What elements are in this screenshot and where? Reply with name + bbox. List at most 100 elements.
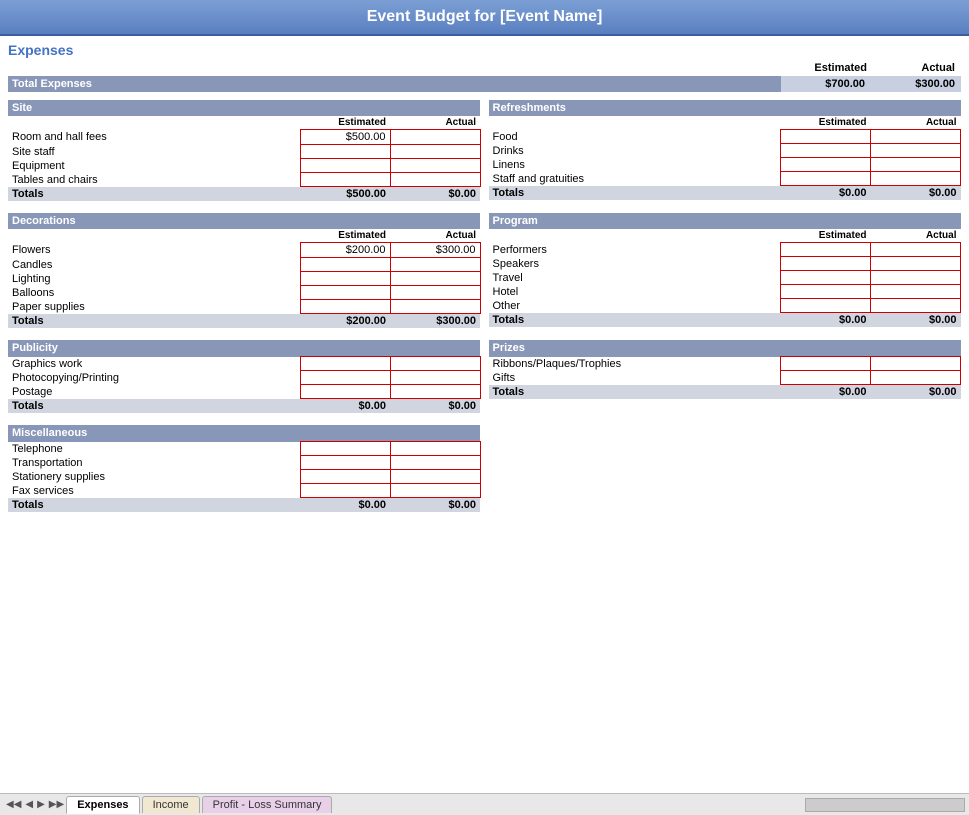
prog-row4-estimated[interactable]: [781, 299, 871, 313]
refreshments-header-row: Refreshments: [489, 100, 961, 116]
prog-row4-actual[interactable]: [871, 299, 961, 313]
dec-row-0: Flowers $200.00 $300.00: [8, 243, 480, 258]
misc-row1-estimated[interactable]: [300, 456, 390, 470]
total-expenses-bar: Total Expenses $700.00 $300.00: [8, 76, 961, 92]
tab-nav-next2[interactable]: ▶▶: [47, 799, 66, 810]
ref-row2-estimated[interactable]: [781, 158, 871, 172]
tab-nav-prev2[interactable]: ◀: [23, 799, 35, 810]
misc-row3-estimated[interactable]: [300, 484, 390, 498]
site-header-row: Site: [8, 100, 480, 116]
dec-row2-estimated[interactable]: [300, 272, 390, 286]
ref-row1-actual[interactable]: [871, 144, 961, 158]
decorations-header: Decorations: [8, 213, 480, 229]
misc-header: Miscellaneous: [8, 425, 480, 442]
prizes-row0-estimated[interactable]: [781, 357, 871, 371]
ref-row0-estimated[interactable]: [781, 130, 871, 144]
site-row-1: Site staff: [8, 145, 480, 159]
site-table: Site Estimated Actual Room and hall fees…: [8, 100, 481, 201]
dec-row-1: Candles: [8, 258, 480, 272]
dec-row4-actual[interactable]: [390, 300, 480, 314]
prog-row2-estimated[interactable]: [781, 271, 871, 285]
dec-row-2: Lighting: [8, 272, 480, 286]
pub-row-1: Photocopying/Printing: [8, 371, 480, 385]
prizes-section: Prizes Ribbons/Plaques/Trophies Gifts To…: [489, 340, 962, 419]
pub-row0-estimated[interactable]: [300, 357, 390, 371]
pub-row1-actual[interactable]: [390, 371, 480, 385]
site-row1-actual[interactable]: [390, 145, 480, 159]
ref-row3-estimated[interactable]: [781, 172, 871, 186]
refreshments-row-2: Linens: [489, 158, 961, 172]
dec-row3-estimated[interactable]: [300, 286, 390, 300]
site-row0-estimated[interactable]: $500.00: [300, 130, 390, 145]
site-row-3: Tables and chairs: [8, 173, 480, 187]
prizes-row1-estimated[interactable]: [781, 371, 871, 385]
dec-row1-actual[interactable]: [390, 258, 480, 272]
program-section: Program Estimated Actual Performers Spea…: [489, 213, 962, 334]
site-section: Site Estimated Actual Room and hall fees…: [8, 100, 481, 207]
site-totals-row: Totals $500.00 $0.00: [8, 187, 480, 202]
prog-row1-actual[interactable]: [871, 257, 961, 271]
prog-row0-estimated[interactable]: [781, 243, 871, 257]
prizes-totals-estimated: $0.00: [781, 385, 871, 400]
dec-row0-actual[interactable]: $300.00: [390, 243, 480, 258]
tab-income[interactable]: Income: [142, 796, 200, 813]
ref-row3-actual[interactable]: [871, 172, 961, 186]
refreshments-row-0: Food: [489, 130, 961, 144]
prog-row1-estimated[interactable]: [781, 257, 871, 271]
program-header-row: Program: [489, 213, 961, 229]
misc-totals-actual: $0.00: [390, 498, 480, 513]
dec-row2-actual[interactable]: [390, 272, 480, 286]
pub-row2-estimated[interactable]: [300, 385, 390, 399]
misc-row0-actual[interactable]: [390, 442, 480, 456]
pub-row1-estimated[interactable]: [300, 371, 390, 385]
site-row3-actual[interactable]: [390, 173, 480, 187]
prizes-row1-actual[interactable]: [871, 371, 961, 385]
program-header: Program: [489, 213, 961, 229]
site-row1-estimated[interactable]: [300, 145, 390, 159]
ref-row2-actual[interactable]: [871, 158, 961, 172]
misc-row3-actual[interactable]: [390, 484, 480, 498]
site-row0-actual[interactable]: [390, 130, 480, 145]
pub-row0-actual[interactable]: [390, 357, 480, 371]
prog-row-0: Performers: [489, 243, 961, 257]
dec-row3-actual[interactable]: [390, 286, 480, 300]
site-row3-estimated[interactable]: [300, 173, 390, 187]
ref-row0-actual[interactable]: [871, 130, 961, 144]
prog-row0-actual[interactable]: [871, 243, 961, 257]
tab-nav-next[interactable]: ▶: [35, 799, 47, 810]
misc-totals-row: Totals $0.00 $0.00: [8, 498, 480, 513]
prizes-row-1: Gifts: [489, 371, 961, 385]
misc-row2-estimated[interactable]: [300, 470, 390, 484]
tab-profit-loss[interactable]: Profit - Loss Summary: [202, 796, 333, 813]
misc-row1-actual[interactable]: [390, 456, 480, 470]
program-totals-row: Totals $0.00 $0.00: [489, 313, 961, 328]
dec-row4-estimated[interactable]: [300, 300, 390, 314]
publicity-totals-row: Totals $0.00 $0.00: [8, 399, 480, 414]
prog-row3-estimated[interactable]: [781, 285, 871, 299]
empty-half: [489, 425, 962, 518]
prizes-totals-actual: $0.00: [871, 385, 961, 400]
total-expenses-actual: $300.00: [871, 76, 961, 92]
horizontal-scrollbar[interactable]: [805, 798, 965, 812]
row2-tables: Decorations Estimated Actual Flowers $20…: [8, 213, 961, 334]
dec-row-4: Paper supplies: [8, 300, 480, 314]
prog-row3-actual[interactable]: [871, 285, 961, 299]
dec-row-3: Balloons: [8, 286, 480, 300]
tab-nav-prev[interactable]: ◀◀: [4, 799, 23, 810]
refreshments-table: Refreshments Estimated Actual Food Drink…: [489, 100, 962, 200]
miscellaneous-section: Miscellaneous Telephone Transportation S…: [8, 425, 481, 518]
site-row2-estimated[interactable]: [300, 159, 390, 173]
site-row2-actual[interactable]: [390, 159, 480, 173]
dec-row0-estimated[interactable]: $200.00: [300, 243, 390, 258]
pub-row-0: Graphics work: [8, 357, 480, 371]
refreshments-row-3: Staff and gratuities: [489, 172, 961, 186]
tab-expenses[interactable]: Expenses: [66, 796, 139, 814]
misc-row2-actual[interactable]: [390, 470, 480, 484]
pub-row2-actual[interactable]: [390, 385, 480, 399]
program-col-headers: Estimated Actual: [489, 229, 961, 243]
ref-row1-estimated[interactable]: [781, 144, 871, 158]
prizes-row0-actual[interactable]: [871, 357, 961, 371]
misc-row0-estimated[interactable]: [300, 442, 390, 456]
prog-row2-actual[interactable]: [871, 271, 961, 285]
dec-row1-estimated[interactable]: [300, 258, 390, 272]
